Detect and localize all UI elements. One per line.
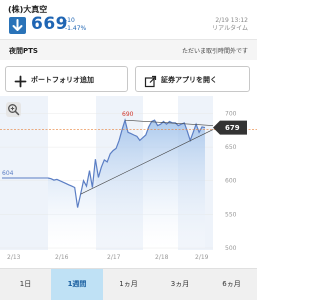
x-tick-label: 2/19 [195, 254, 209, 261]
tab-6month[interactable]: 6ヵ月 [206, 269, 257, 300]
open-app-label: 証券アプリを開く [161, 76, 217, 84]
pts-status: ただいま取引時間外です [181, 48, 248, 55]
high-label: 690 [122, 111, 134, 118]
zoom-in-icon [8, 104, 20, 116]
x-tick-label: 2/13 [7, 254, 21, 261]
current-price: 669 [31, 14, 68, 34]
price-change: -10 -1.47% [65, 17, 86, 33]
quote-mode: リアルタイム [212, 25, 248, 32]
tab-1week[interactable]: 1週間 [51, 269, 103, 300]
price-chart[interactable]: 700 650 600 550 500 690 604 679 2/13 2/16 2/17 2/18… [0, 96, 257, 270]
y-tick-label: 700 [225, 110, 237, 117]
tab-3month-label: 3ヵ月 [170, 280, 190, 288]
external-link-icon [144, 73, 157, 88]
price-tag-label: 679 [225, 124, 240, 132]
tab-1week-label: 1週間 [67, 280, 87, 288]
period-tabs: 1日 1週間 1ヵ月 3ヵ月 6ヵ月 [0, 268, 257, 300]
plus-icon [14, 73, 27, 88]
down-arrow-icon [9, 17, 26, 34]
change-value: -10 [65, 17, 75, 24]
pts-row: 夜間PTS ただいま取引時間外です [0, 40, 257, 60]
open-app-button[interactable]: 証券アプリを開く [135, 66, 250, 92]
y-tick-label: 500 [225, 245, 237, 252]
quote-header: (株)大真空 669 -10 -1.47% 2/19 13:12 リアルタイム [0, 0, 257, 40]
quote-time: 2/19 13:12 リアルタイム [212, 17, 248, 33]
tab-1day[interactable]: 1日 [0, 269, 51, 300]
y-tick-label: 650 [225, 144, 237, 151]
prev-close-label: 604 [2, 170, 14, 177]
tab-1month-label: 1ヵ月 [119, 280, 138, 288]
change-percent: -1.47% [65, 25, 87, 32]
quote-datetime: 2/19 13:12 [215, 17, 248, 24]
x-tick-label: 2/16 [55, 254, 69, 261]
tab-1day-label: 1日 [19, 280, 32, 288]
add-portfolio-button[interactable]: ポートフォリオ追加 [5, 66, 128, 92]
y-tick-label: 600 [225, 178, 237, 185]
y-tick-label: 550 [225, 211, 237, 218]
tab-6month-label: 6ヵ月 [222, 280, 241, 288]
price-area [48, 120, 205, 248]
x-tick-label: 2/17 [107, 254, 121, 261]
pts-label: 夜間PTS [9, 47, 38, 55]
zoom-button[interactable] [6, 102, 21, 117]
add-portfolio-label: ポートフォリオ追加 [31, 76, 94, 84]
tab-3month[interactable]: 3ヵ月 [154, 269, 206, 300]
x-tick-label: 2/18 [155, 254, 169, 261]
tab-1month[interactable]: 1ヵ月 [103, 269, 154, 300]
